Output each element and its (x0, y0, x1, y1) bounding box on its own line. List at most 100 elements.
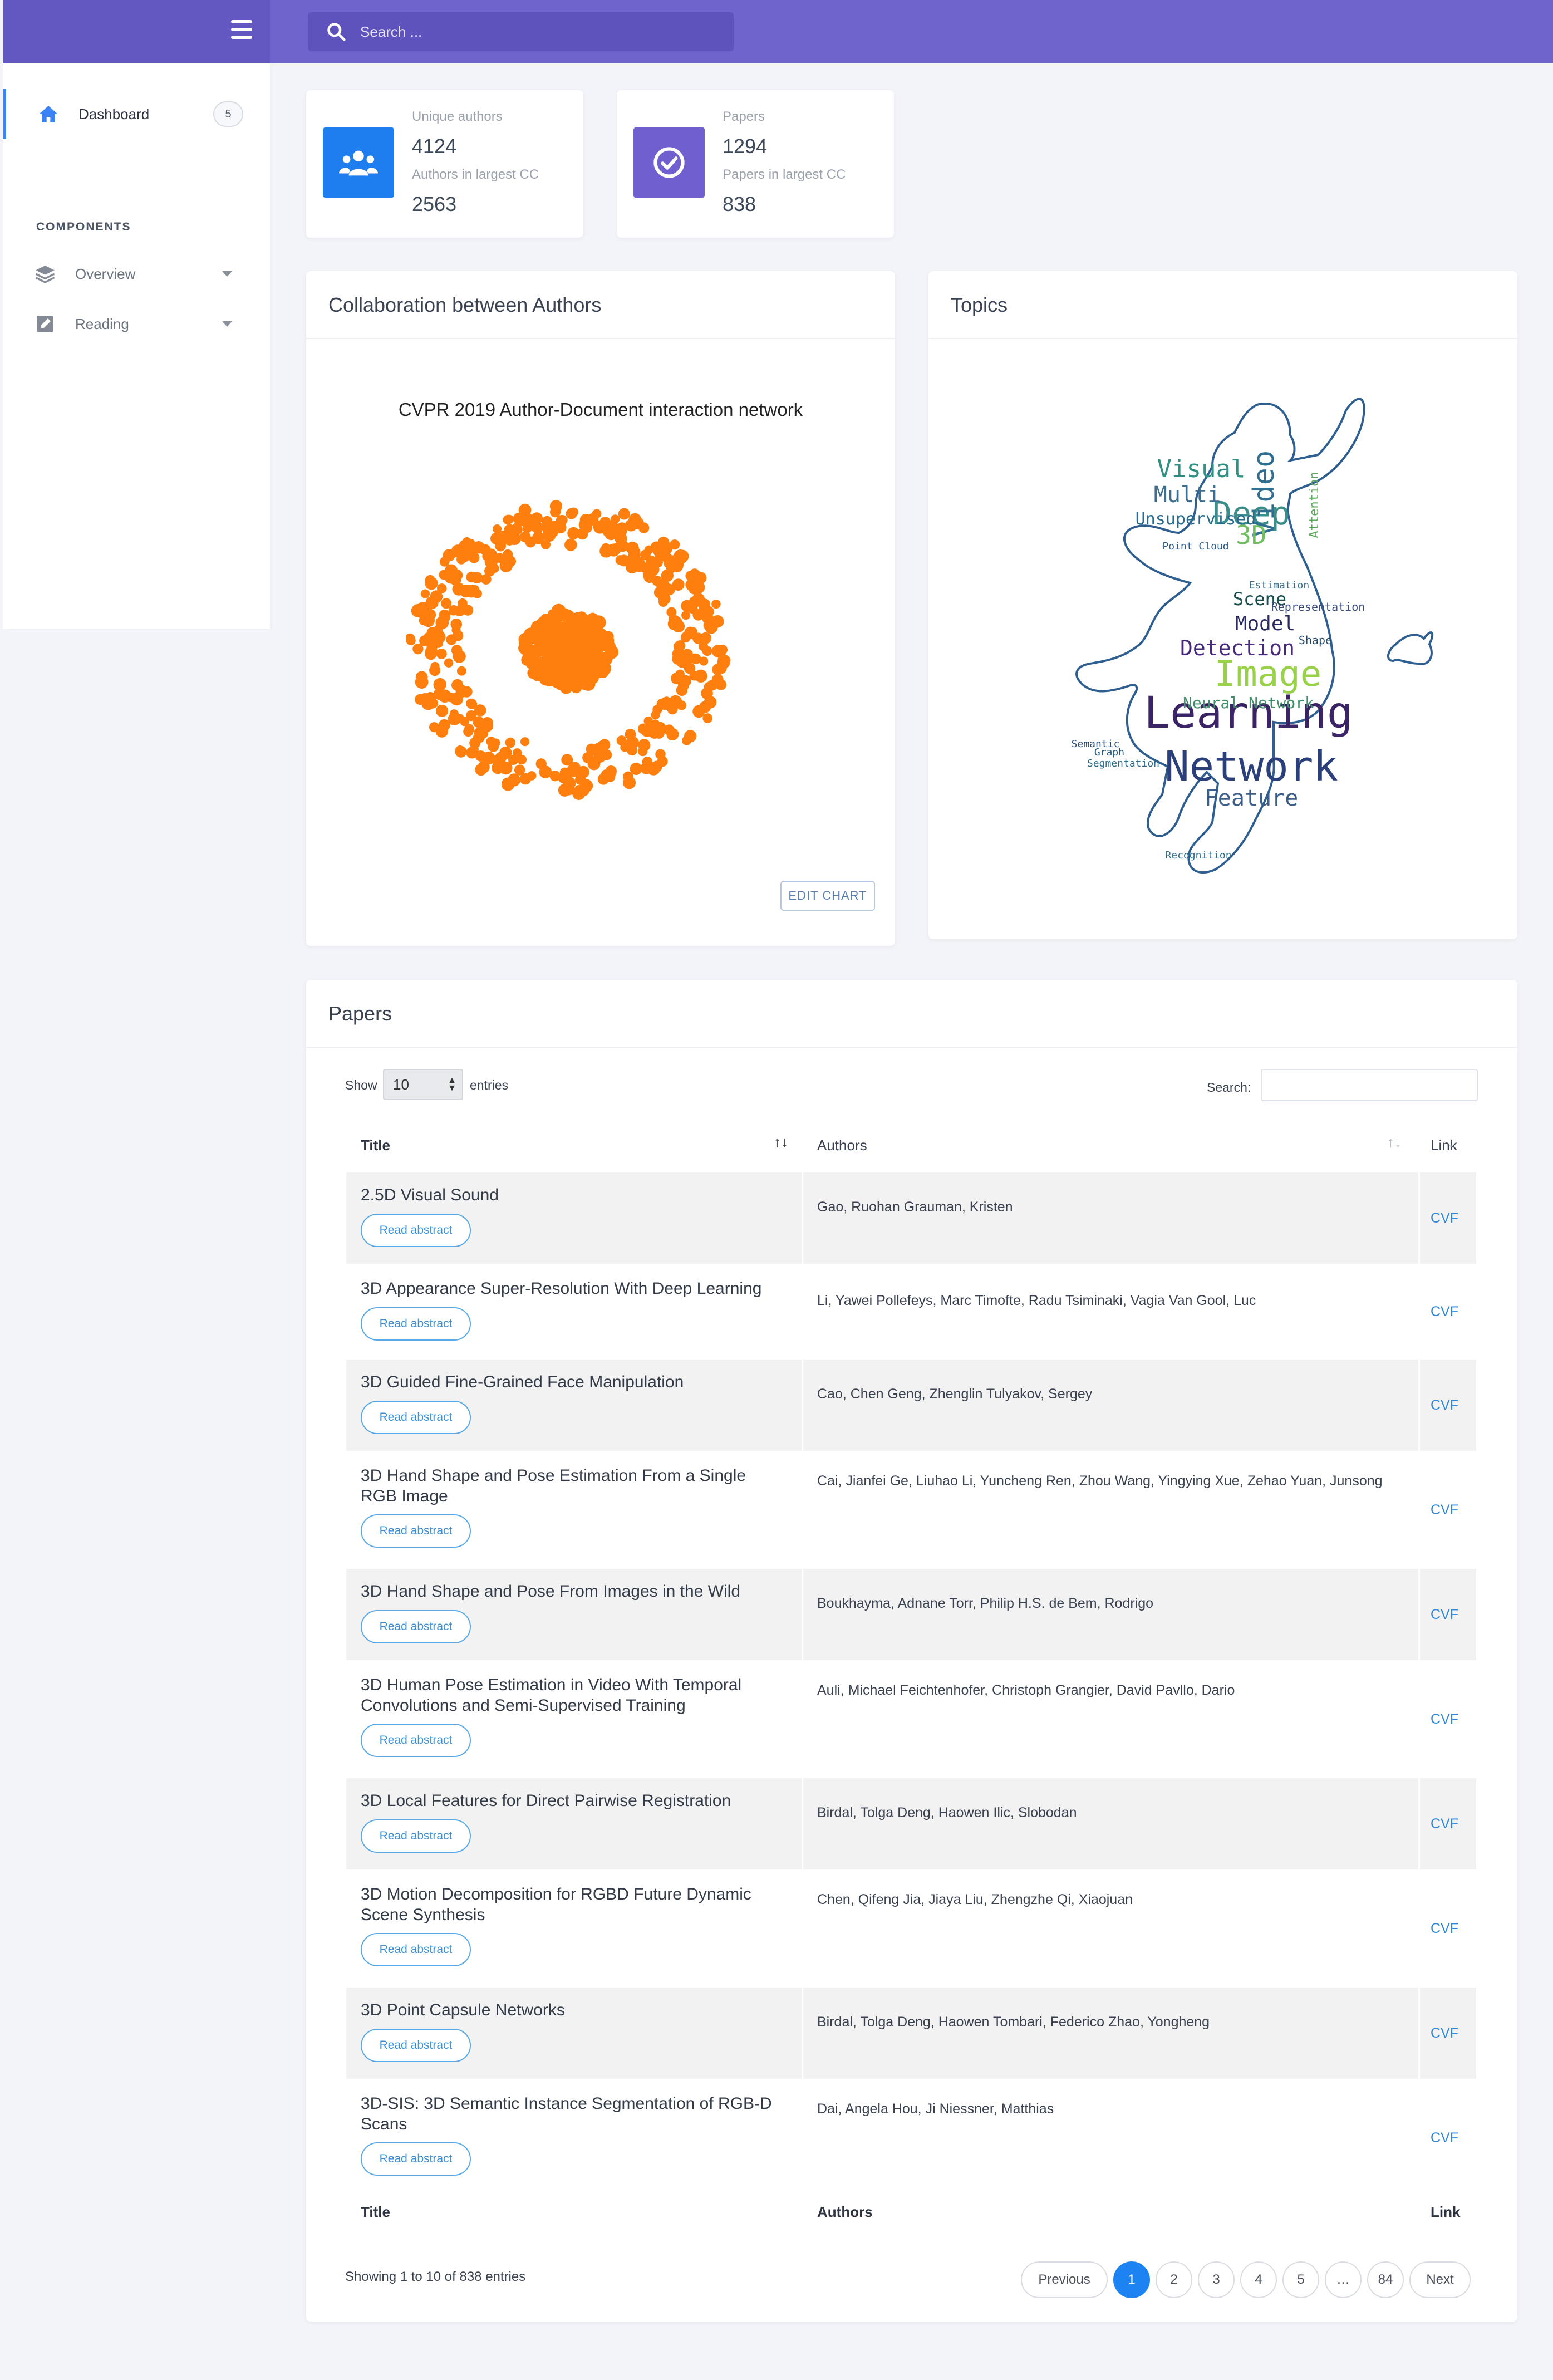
network-node (610, 514, 620, 524)
pagination-page[interactable]: … (1325, 2261, 1362, 2298)
column-divider (802, 1872, 803, 1985)
paper-link[interactable]: CVF (1431, 1304, 1458, 1320)
paper-link[interactable]: CVF (1431, 1397, 1458, 1414)
read-abstract-button[interactable]: Read abstract (361, 1724, 471, 1757)
table-row: 3D Local Features for Direct Pairwise Re… (346, 1778, 1476, 1869)
column-header-authors[interactable]: Authors (817, 1137, 867, 1154)
select-arrows-icon: ▲ ▼ (448, 1076, 456, 1093)
network-node (623, 776, 636, 789)
network-node (553, 640, 565, 652)
entries-select[interactable]: 10 ▲ ▼ (383, 1069, 463, 1100)
network-node (444, 658, 454, 668)
pagination-page[interactable]: 1 (1113, 2261, 1150, 2298)
column-divider (802, 1172, 803, 1264)
read-abstract-button[interactable]: Read abstract (361, 1307, 471, 1341)
network-node (660, 696, 671, 708)
read-abstract-button[interactable]: Read abstract (361, 1933, 471, 1966)
network-node (672, 578, 685, 591)
network-node (531, 620, 546, 635)
read-abstract-button[interactable]: Read abstract (361, 1214, 471, 1247)
pagination-page[interactable]: 3 (1198, 2261, 1235, 2298)
network-node (513, 512, 525, 525)
network-node (435, 704, 449, 718)
global-search-input[interactable] (360, 23, 694, 41)
network-node (456, 554, 466, 565)
read-abstract-button[interactable]: Read abstract (361, 2142, 471, 2176)
column-divider (1418, 1172, 1420, 1264)
network-node (466, 699, 478, 709)
sidebar-item-reading[interactable]: Reading (3, 299, 270, 349)
paper-authors: Birdal, Tolga Deng, Haowen Ilic, Sloboda… (817, 1805, 1077, 1820)
wordcloud-word: Multi (1154, 482, 1221, 508)
card-divider (306, 338, 895, 339)
network-node (430, 590, 443, 603)
paper-link[interactable]: CVF (1431, 1711, 1458, 1728)
network-node (599, 517, 611, 528)
menu-toggle-icon[interactable] (231, 20, 252, 39)
paper-link[interactable]: CVF (1431, 1210, 1458, 1226)
network-node (468, 552, 480, 563)
wordcloud-word: Graph (1094, 747, 1124, 758)
read-abstract-button[interactable]: Read abstract (361, 1819, 471, 1853)
paper-link[interactable]: CVF (1431, 1502, 1458, 1518)
paper-link[interactable]: CVF (1431, 1607, 1458, 1623)
network-node (632, 558, 646, 572)
network-node (473, 716, 484, 728)
sort-icon[interactable]: ↑↓ (1387, 1133, 1402, 1151)
network-node (681, 610, 691, 620)
paper-authors: Gao, Ruohan Grauman, Kristen (817, 1199, 1013, 1215)
network-node (493, 524, 502, 534)
network-node (684, 730, 697, 743)
column-divider (802, 1453, 803, 1567)
paper-link[interactable]: CVF (1431, 2025, 1458, 2042)
pagination-next[interactable]: Next (1409, 2261, 1471, 2298)
navbar-brand-area (3, 0, 270, 63)
pagination-page[interactable]: 84 (1367, 2261, 1404, 2298)
pagination-page[interactable]: 2 (1156, 2261, 1192, 2298)
network-node (449, 709, 459, 719)
read-abstract-button[interactable]: Read abstract (361, 1610, 471, 1643)
network-node (587, 673, 599, 684)
read-abstract-button[interactable]: Read abstract (361, 1514, 471, 1548)
column-header-title[interactable]: Title (361, 1137, 390, 1154)
network-node (601, 769, 611, 779)
search-icon[interactable] (326, 21, 347, 42)
paper-link[interactable]: CVF (1431, 2130, 1458, 2146)
column-divider (802, 1988, 803, 2079)
column-divider (1418, 1778, 1420, 1869)
read-abstract-button[interactable]: Read abstract (361, 1401, 471, 1434)
sidebar-item-dashboard[interactable]: Dashboard 5 (3, 89, 270, 139)
network-node (593, 743, 604, 754)
paper-authors: Cao, Chen Geng, Zhenglin Tulyakov, Serge… (817, 1386, 1093, 1402)
network-node (452, 630, 464, 641)
pagination-page[interactable]: 5 (1282, 2261, 1319, 2298)
edit-chart-button[interactable]: EDIT CHART (780, 881, 875, 911)
network-node (581, 521, 593, 533)
paper-link[interactable]: CVF (1431, 1921, 1458, 1937)
wordcloud-word: Detection (1180, 636, 1295, 660)
network-node (499, 761, 513, 775)
paper-link[interactable]: CVF (1431, 1816, 1458, 1832)
home-icon (39, 106, 58, 122)
read-abstract-button[interactable]: Read abstract (361, 2029, 471, 2062)
stat-card-papers: Papers 1294 Papers in largest CC 838 (617, 90, 894, 238)
network-node (638, 522, 650, 533)
pagination-previous[interactable]: Previous (1021, 2261, 1108, 2298)
network-node (592, 509, 602, 519)
table-row: 3D Point Capsule Networks Read abstract Bi… (346, 1988, 1476, 2079)
table-search-input[interactable] (1261, 1069, 1478, 1101)
sort-icon[interactable]: ↑↓ (774, 1133, 788, 1151)
network-node (434, 625, 443, 634)
network-node (452, 582, 465, 596)
stat-sub-value: 838 (723, 193, 756, 215)
column-divider (1418, 2081, 1420, 2195)
network-node (616, 522, 628, 534)
footer-header-authors: Authors (817, 2204, 873, 2220)
network-graph[interactable] (406, 477, 796, 867)
wordcloud-word: Segmentation (1087, 758, 1159, 769)
pagination-page[interactable]: 4 (1240, 2261, 1277, 2298)
sort-icon[interactable]: ↓ (1447, 1133, 1454, 1151)
sidebar-item-overview[interactable]: Overview (3, 249, 270, 299)
paper-title: 3D Hand Shape and Pose Estimation From a… (361, 1466, 746, 1505)
chevron-down-icon (222, 271, 232, 277)
